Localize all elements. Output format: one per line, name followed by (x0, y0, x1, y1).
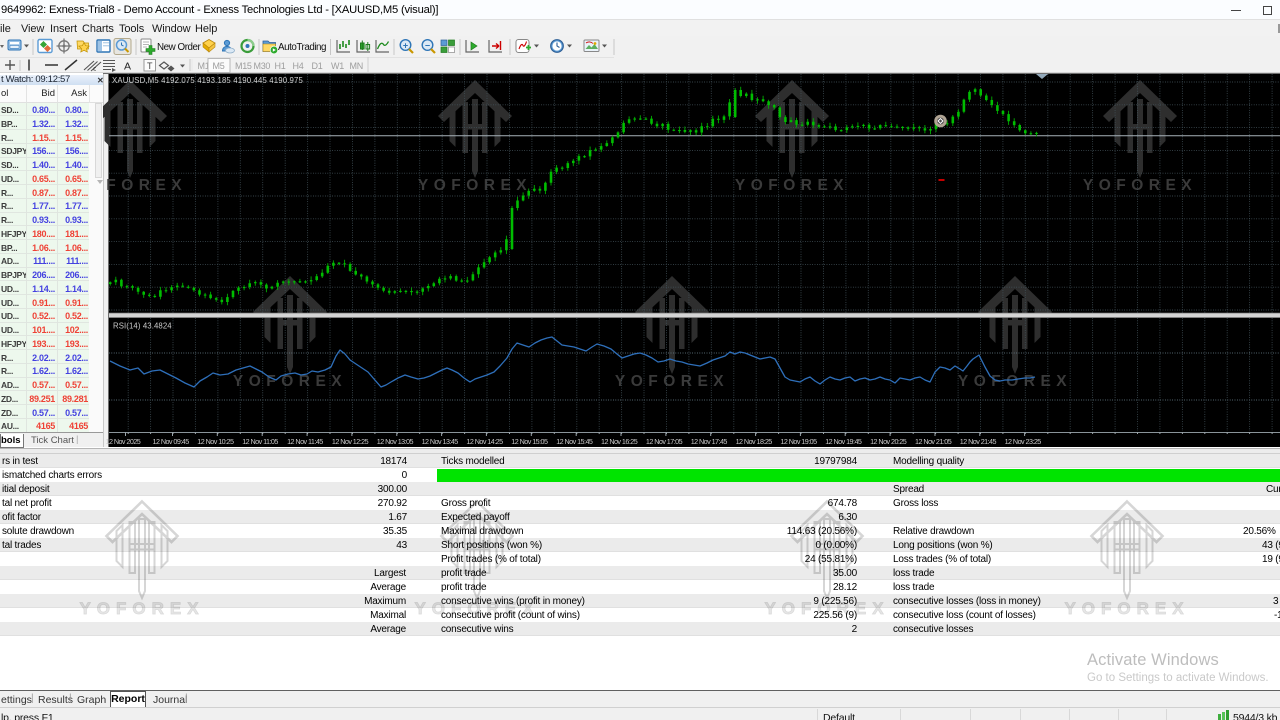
svg-text:12 Nov 09:45: 12 Nov 09:45 (153, 437, 190, 446)
svg-text:H4: H4 (293, 61, 304, 71)
svg-text:YOFOREX: YOFOREX (958, 373, 1072, 390)
svg-text:T: T (147, 61, 153, 71)
svg-text:New Order: New Order (157, 42, 202, 53)
svg-text:YOFOREX: YOFOREX (103, 177, 187, 194)
svg-text:12 Nov 13:45: 12 Nov 13:45 (422, 437, 459, 446)
svg-text:12 Nov 19:05: 12 Nov 19:05 (780, 437, 817, 446)
svg-text:MN: MN (350, 61, 363, 71)
svg-text:12 Nov 10:25: 12 Nov 10:25 (197, 437, 234, 446)
svg-text:12 Nov 15:05: 12 Nov 15:05 (511, 437, 548, 446)
svg-text:12 Nov 21:05: 12 Nov 21:05 (915, 437, 952, 446)
svg-text:12 Nov 12:25: 12 Nov 12:25 (332, 437, 369, 446)
svg-text:RSI(14) 43.4824: RSI(14) 43.4824 (113, 322, 172, 331)
svg-text:12 Nov 11:05: 12 Nov 11:05 (242, 437, 278, 446)
svg-text:W1: W1 (331, 61, 344, 71)
svg-text:12 Nov 13:05: 12 Nov 13:05 (377, 437, 414, 446)
svg-text:12 Nov 14:25: 12 Nov 14:25 (466, 437, 503, 446)
svg-text:M5: M5 (213, 61, 225, 71)
svg-text:A: A (124, 61, 131, 73)
svg-text:12 Nov 21:45: 12 Nov 21:45 (960, 437, 997, 446)
svg-text:YOFOREX: YOFOREX (233, 373, 347, 390)
svg-text:12 Nov 2025: 12 Nov 2025 (106, 437, 141, 446)
svg-text:12 Nov 23:25: 12 Nov 23:25 (1005, 437, 1042, 446)
svg-text:M15: M15 (235, 61, 252, 71)
svg-text:12 Nov 17:05: 12 Nov 17:05 (646, 437, 683, 446)
svg-text:YOFOREX: YOFOREX (735, 177, 849, 194)
svg-text:YOFOREX: YOFOREX (615, 373, 729, 390)
svg-text:12 Nov 18:25: 12 Nov 18:25 (736, 437, 773, 446)
svg-text:YOFOREX: YOFOREX (1083, 177, 1197, 194)
svg-text:XAUUSD,M5 4192.075 4193.185 4: XAUUSD,M5 4192.075 4193.185 4190.445 419… (112, 76, 303, 85)
svg-text:M30: M30 (254, 61, 271, 71)
svg-text:12 Nov 16:25: 12 Nov 16:25 (601, 437, 638, 446)
svg-text:12 Nov 19:45: 12 Nov 19:45 (825, 437, 862, 446)
svg-text:AutoTrading: AutoTrading (278, 42, 326, 53)
svg-text:12 Nov 20:25: 12 Nov 20:25 (870, 437, 907, 446)
svg-text:D1: D1 (312, 61, 323, 71)
svg-text:−: − (425, 40, 430, 50)
svg-text:12 Nov 11:45: 12 Nov 11:45 (287, 437, 323, 446)
svg-text:12 Nov 17:45: 12 Nov 17:45 (691, 437, 728, 446)
svg-text:+: + (403, 40, 408, 50)
svg-text:12 Nov 15:45: 12 Nov 15:45 (556, 437, 593, 446)
svg-text:YOFOREX: YOFOREX (418, 177, 532, 194)
svg-text:H1: H1 (275, 61, 286, 71)
